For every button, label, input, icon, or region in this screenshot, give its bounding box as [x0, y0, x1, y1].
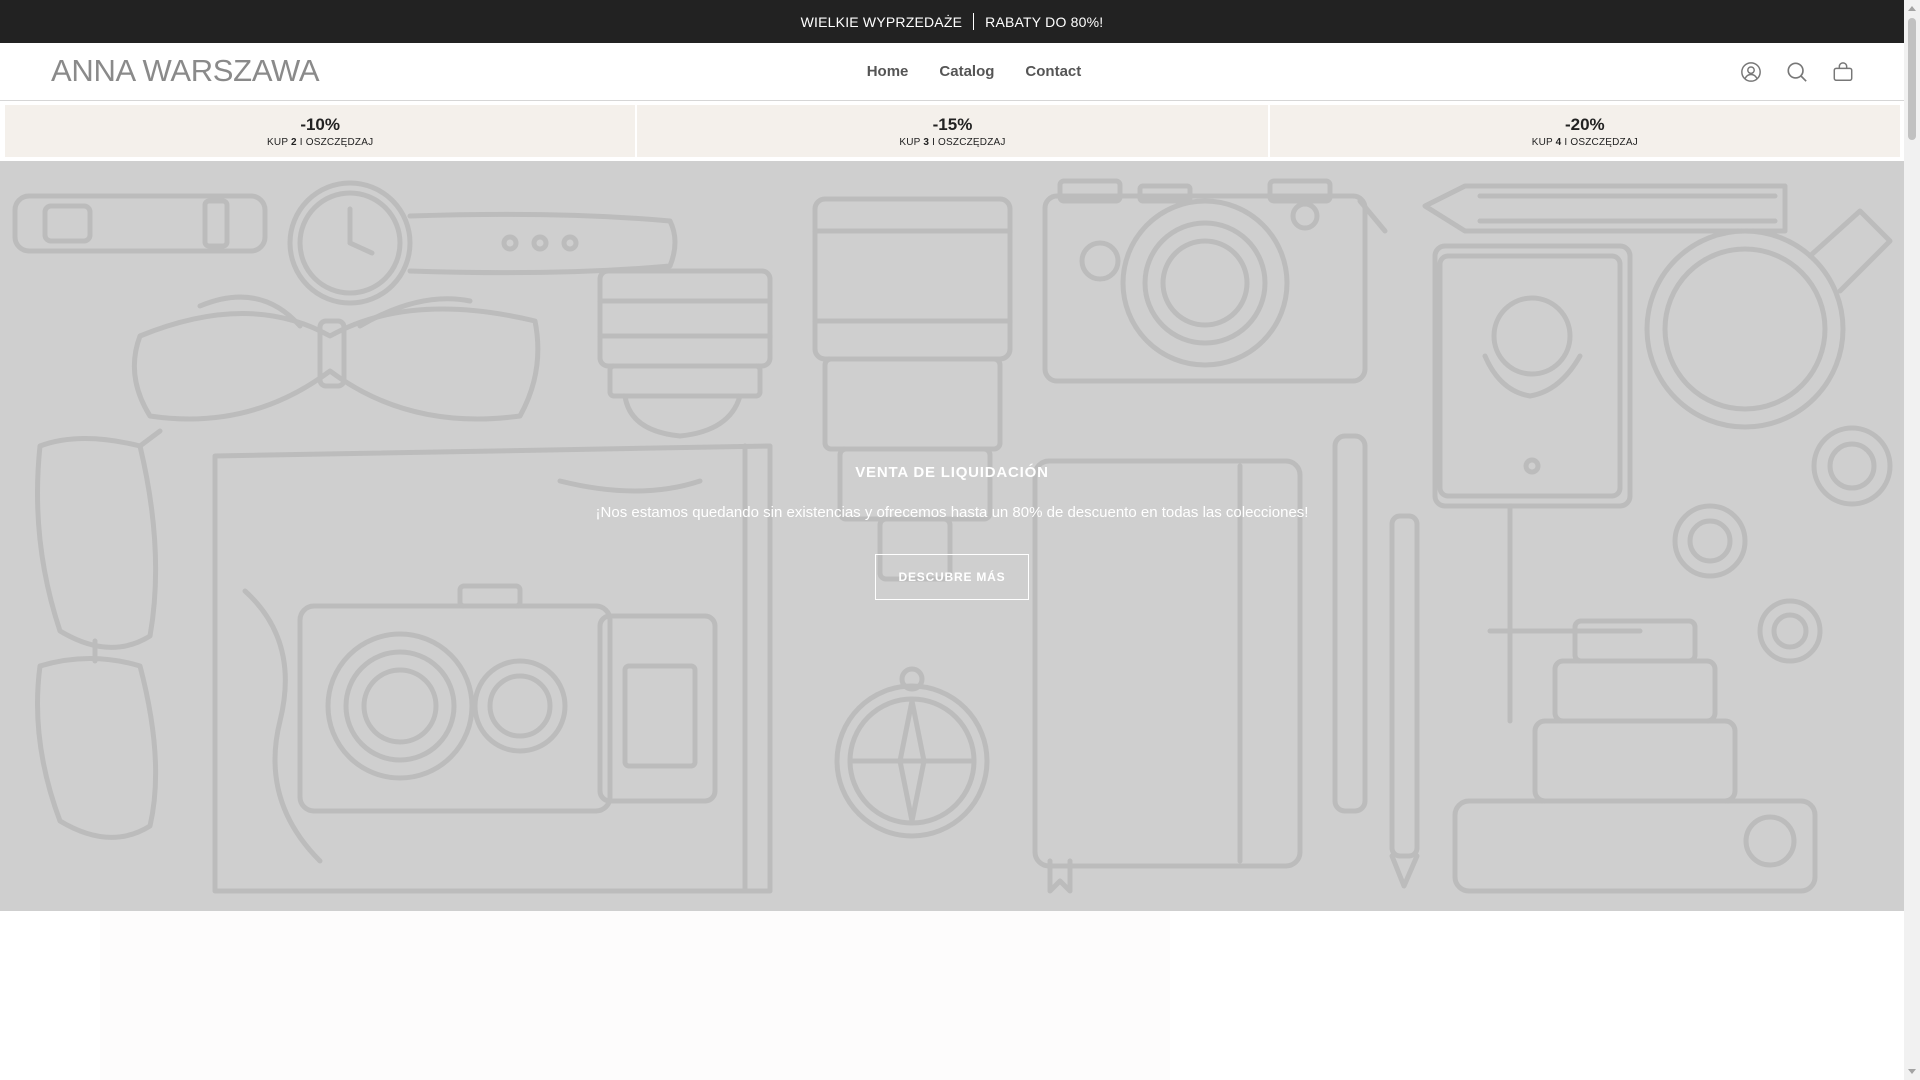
- tier-percent: -15%: [932, 114, 973, 134]
- nav-contact[interactable]: Contact: [1025, 63, 1081, 80]
- logo[interactable]: ANNA WARSZAWA: [51, 53, 320, 89]
- announcement-bar: WIELKIE WYPRZEDAŻE RABATY DO 80%!: [0, 0, 1904, 43]
- announcement-divider: [973, 13, 975, 30]
- scroll-up-icon[interactable]: [1908, 6, 1916, 11]
- account-icon[interactable]: [1740, 61, 1762, 83]
- tier-card: -10% KUP 2 I OSZCZĘDZAJ: [5, 105, 636, 157]
- tier-percent: -10%: [300, 114, 340, 134]
- announcement-right: RABATY DO 80%!: [985, 13, 1104, 30]
- content-placeholder: [100, 911, 1170, 1080]
- below-hero-area: [0, 911, 1904, 1080]
- tier-card: -15% KUP 3 I OSZCZĘDZAJ: [637, 105, 1268, 157]
- discover-more-button[interactable]: DESCUBRE MÁS: [875, 554, 1029, 600]
- hero-title: VENTA DE LIQUIDACIÓN: [855, 464, 1049, 481]
- tier-caption: KUP 2 I OSZCZĘDZAJ: [267, 136, 374, 148]
- discount-tiers: -10% KUP 2 I OSZCZĘDZAJ -15% KUP 3 I OSZ…: [0, 101, 1904, 157]
- scrollbar-thumb[interactable]: [1908, 18, 1916, 140]
- header-icons: [1740, 43, 1854, 100]
- cart-icon[interactable]: [1832, 61, 1854, 83]
- vertical-scrollbar[interactable]: [1904, 0, 1920, 1080]
- hero-description: ¡Nos estamos quedando sin existencias y …: [595, 504, 1309, 521]
- nav-catalog[interactable]: Catalog: [939, 63, 994, 80]
- tier-percent: -20%: [1564, 114, 1605, 134]
- site-header: ANNA WARSZAWA Home Catalog Contact: [0, 43, 1904, 101]
- scroll-down-icon[interactable]: [1908, 1069, 1916, 1074]
- nav-home[interactable]: Home: [867, 63, 909, 80]
- announcement-left: WIELKIE WYPRZEDAŻE: [800, 13, 963, 30]
- tier-caption: KUP 4 I OSZCZĘDZAJ: [1531, 136, 1638, 148]
- search-icon[interactable]: [1786, 61, 1808, 83]
- hero-banner: VENTA DE LIQUIDACIÓN ¡Nos estamos quedan…: [0, 161, 1904, 911]
- page: WIELKIE WYPRZEDAŻE RABATY DO 80%! ANNA W…: [0, 0, 1904, 1080]
- tier-card: -20% KUP 4 I OSZCZĘDZAJ: [1269, 105, 1900, 157]
- tier-caption: KUP 3 I OSZCZĘDZAJ: [899, 136, 1006, 148]
- hero-content: VENTA DE LIQUIDACIÓN ¡Nos estamos quedan…: [0, 161, 1904, 911]
